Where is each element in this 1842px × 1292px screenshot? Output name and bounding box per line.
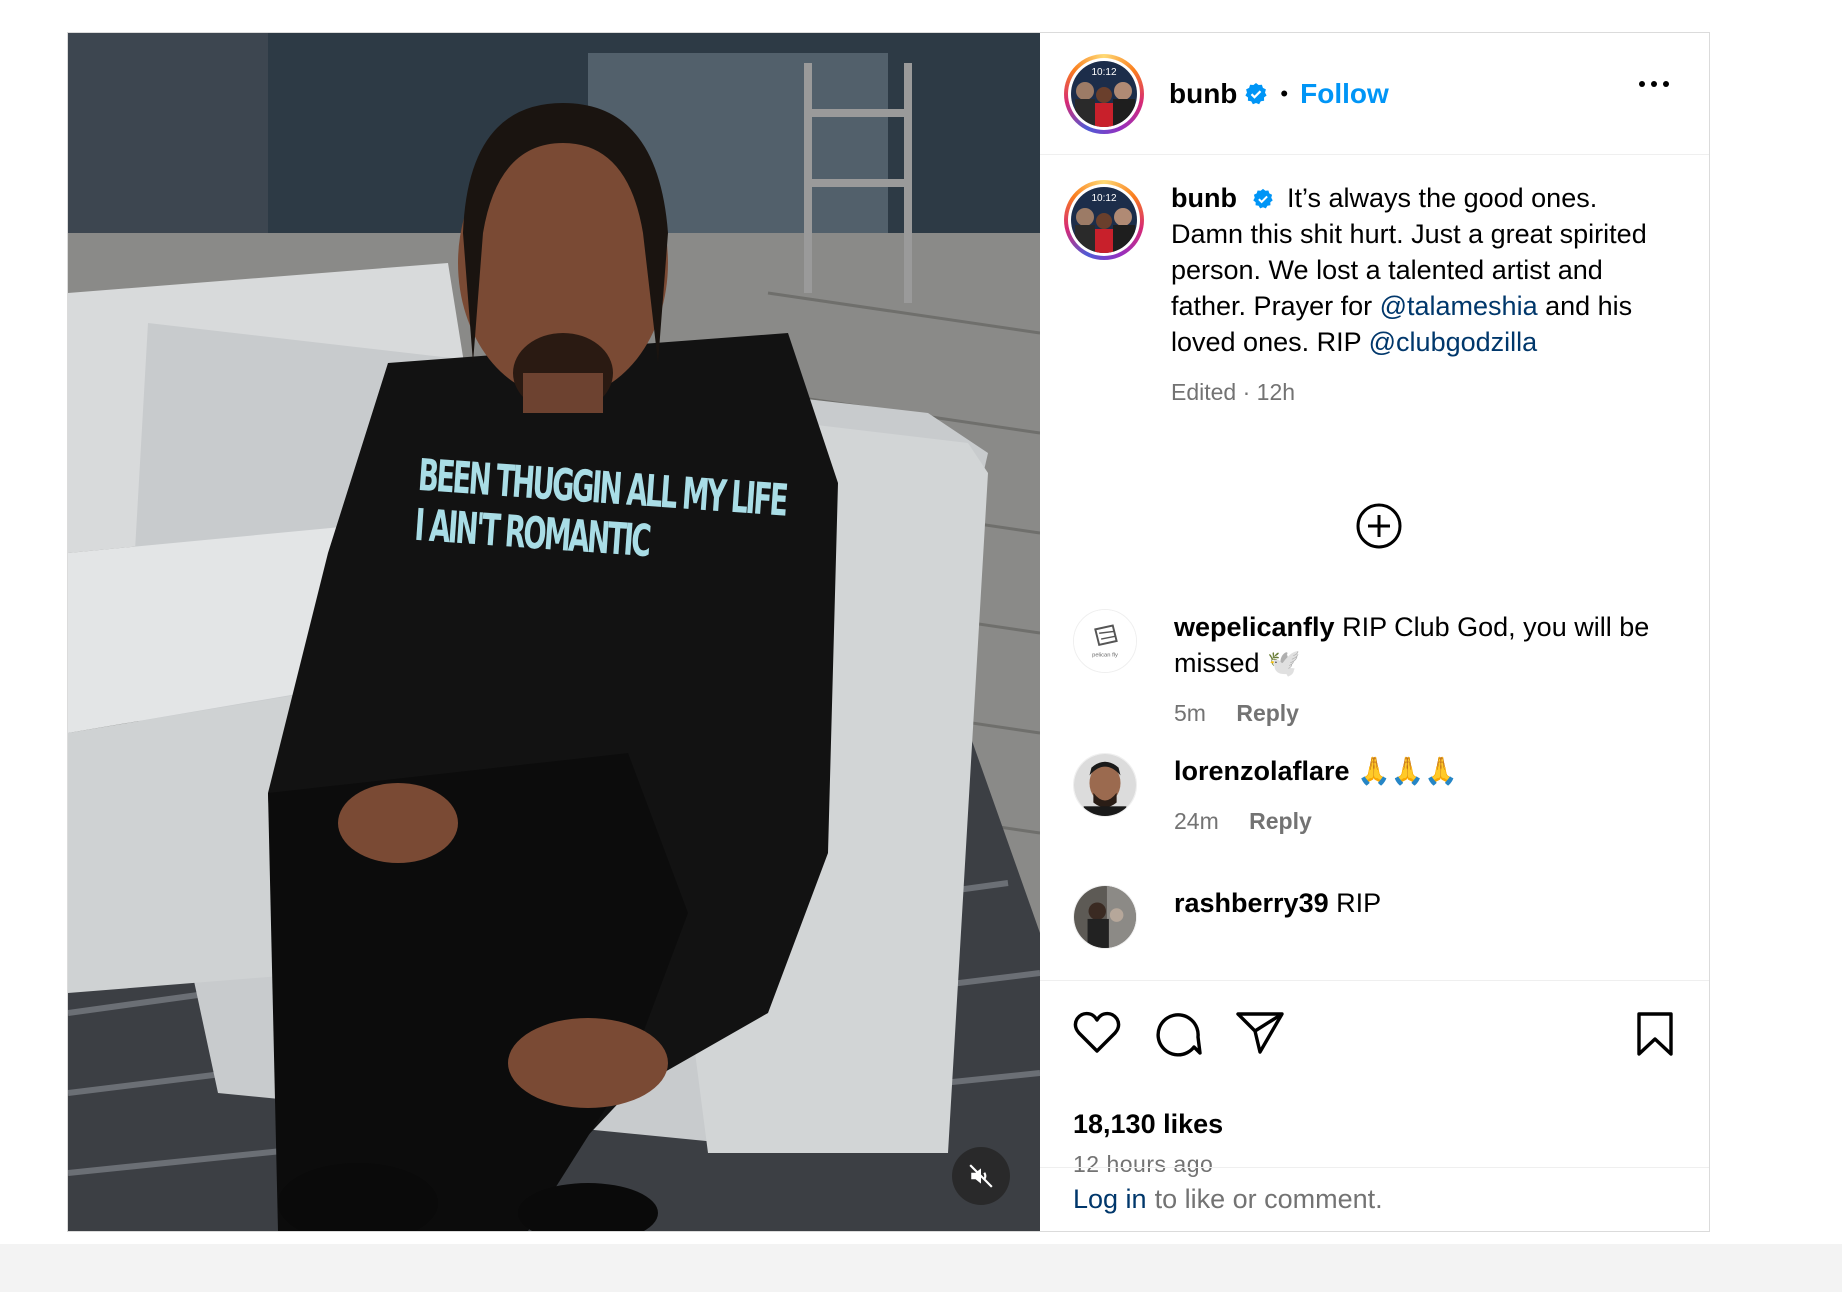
post-header: 10:12 bunb • Follow [1040, 33, 1709, 155]
more-options-icon[interactable] [1639, 81, 1669, 87]
muted-speaker-icon [969, 1164, 993, 1188]
mention-talameshia[interactable]: @talameshia [1380, 291, 1538, 321]
mention-clubgodzilla[interactable]: @clubgodzilla [1369, 327, 1538, 357]
comment-time: 5m [1174, 700, 1206, 726]
heart-icon[interactable] [1073, 1011, 1121, 1055]
verified-badge-icon [1244, 82, 1268, 106]
comment-text: RIP [1336, 888, 1382, 918]
caption-avatar-time: 10:12 [1091, 193, 1116, 204]
reply-button[interactable]: Reply [1236, 700, 1299, 726]
comment-icon[interactable] [1154, 1011, 1202, 1057]
avatar-time-text: 10:12 [1091, 67, 1116, 78]
comment-username[interactable]: lorenzolaflare [1174, 756, 1350, 786]
post-actions: 18,130 likes 12 hours ago [1040, 981, 1709, 1177]
caption-author-avatar[interactable]: 10:12 [1064, 180, 1144, 260]
comment-username[interactable]: rashberry39 [1174, 888, 1329, 918]
commenter-avatar[interactable] [1073, 885, 1137, 949]
avatar-caption-text: pelican fly [1092, 653, 1118, 659]
caption-meta: Edited · 12h [1171, 379, 1296, 405]
author-avatar-image: 10:12 [1071, 60, 1137, 127]
comments-section[interactable]: 10:12 bunb It’s always the good ones. Da… [1040, 155, 1709, 981]
comment-text: 🙏🙏🙏 [1357, 756, 1458, 786]
login-link[interactable]: Log in [1073, 1184, 1147, 1215]
post-dialog: BEEN THUGGIN ALL MY LIFE I AIN'T ROMANTI… [67, 32, 1710, 1232]
author-username[interactable]: bunb [1169, 78, 1237, 110]
commenter-avatar[interactable] [1073, 753, 1137, 817]
bookmark-icon[interactable] [1635, 1011, 1675, 1057]
page-bottom-band [0, 1244, 1842, 1292]
load-more-comments-icon[interactable] [1355, 502, 1403, 550]
caption-verified-icon [1252, 188, 1274, 210]
share-icon[interactable] [1236, 1011, 1284, 1055]
likes-count[interactable]: 18,130 likes [1073, 1109, 1223, 1140]
reply-button[interactable]: Reply [1249, 808, 1312, 834]
author-avatar[interactable]: 10:12 [1064, 53, 1144, 134]
commenter-avatar[interactable]: pelican fly [1073, 609, 1137, 673]
login-prompt: Log in to like or comment. [1040, 1167, 1709, 1231]
comment-item: rashberry39 RIP [1073, 885, 1674, 949]
post-media[interactable]: BEEN THUGGIN ALL MY LIFE I AIN'T ROMANTI… [68, 33, 1040, 1231]
post-photo [68, 33, 1040, 1231]
comment-username[interactable]: wepelicanfly [1174, 612, 1335, 642]
caption-avatar-image: 10:12 [1071, 187, 1137, 253]
follow-button[interactable]: Follow [1300, 78, 1389, 110]
caption-username[interactable]: bunb [1171, 183, 1237, 213]
login-prompt-text: to like or comment. [1154, 1184, 1383, 1214]
comment-time: 24m [1174, 808, 1219, 834]
mute-toggle-button[interactable] [952, 1147, 1010, 1205]
post-caption: 10:12 bunb It’s always the good ones. Da… [1064, 180, 1671, 410]
shirt-print: BEEN THUGGIN ALL MY LIFE I AIN'T ROMANTI… [413, 450, 787, 567]
comment-item: lorenzolaflare 🙏🙏🙏 24m Reply [1073, 753, 1674, 839]
separator-dot: • [1280, 80, 1289, 106]
caption-text: bunb It’s always the good ones. Damn thi… [1171, 180, 1671, 410]
post-side-panel: 10:12 bunb • Follow 10:12 bunb It’s alwa… [1040, 33, 1709, 1231]
comment-item: pelican fly wepelicanfly RIP Club God, y… [1073, 609, 1674, 731]
